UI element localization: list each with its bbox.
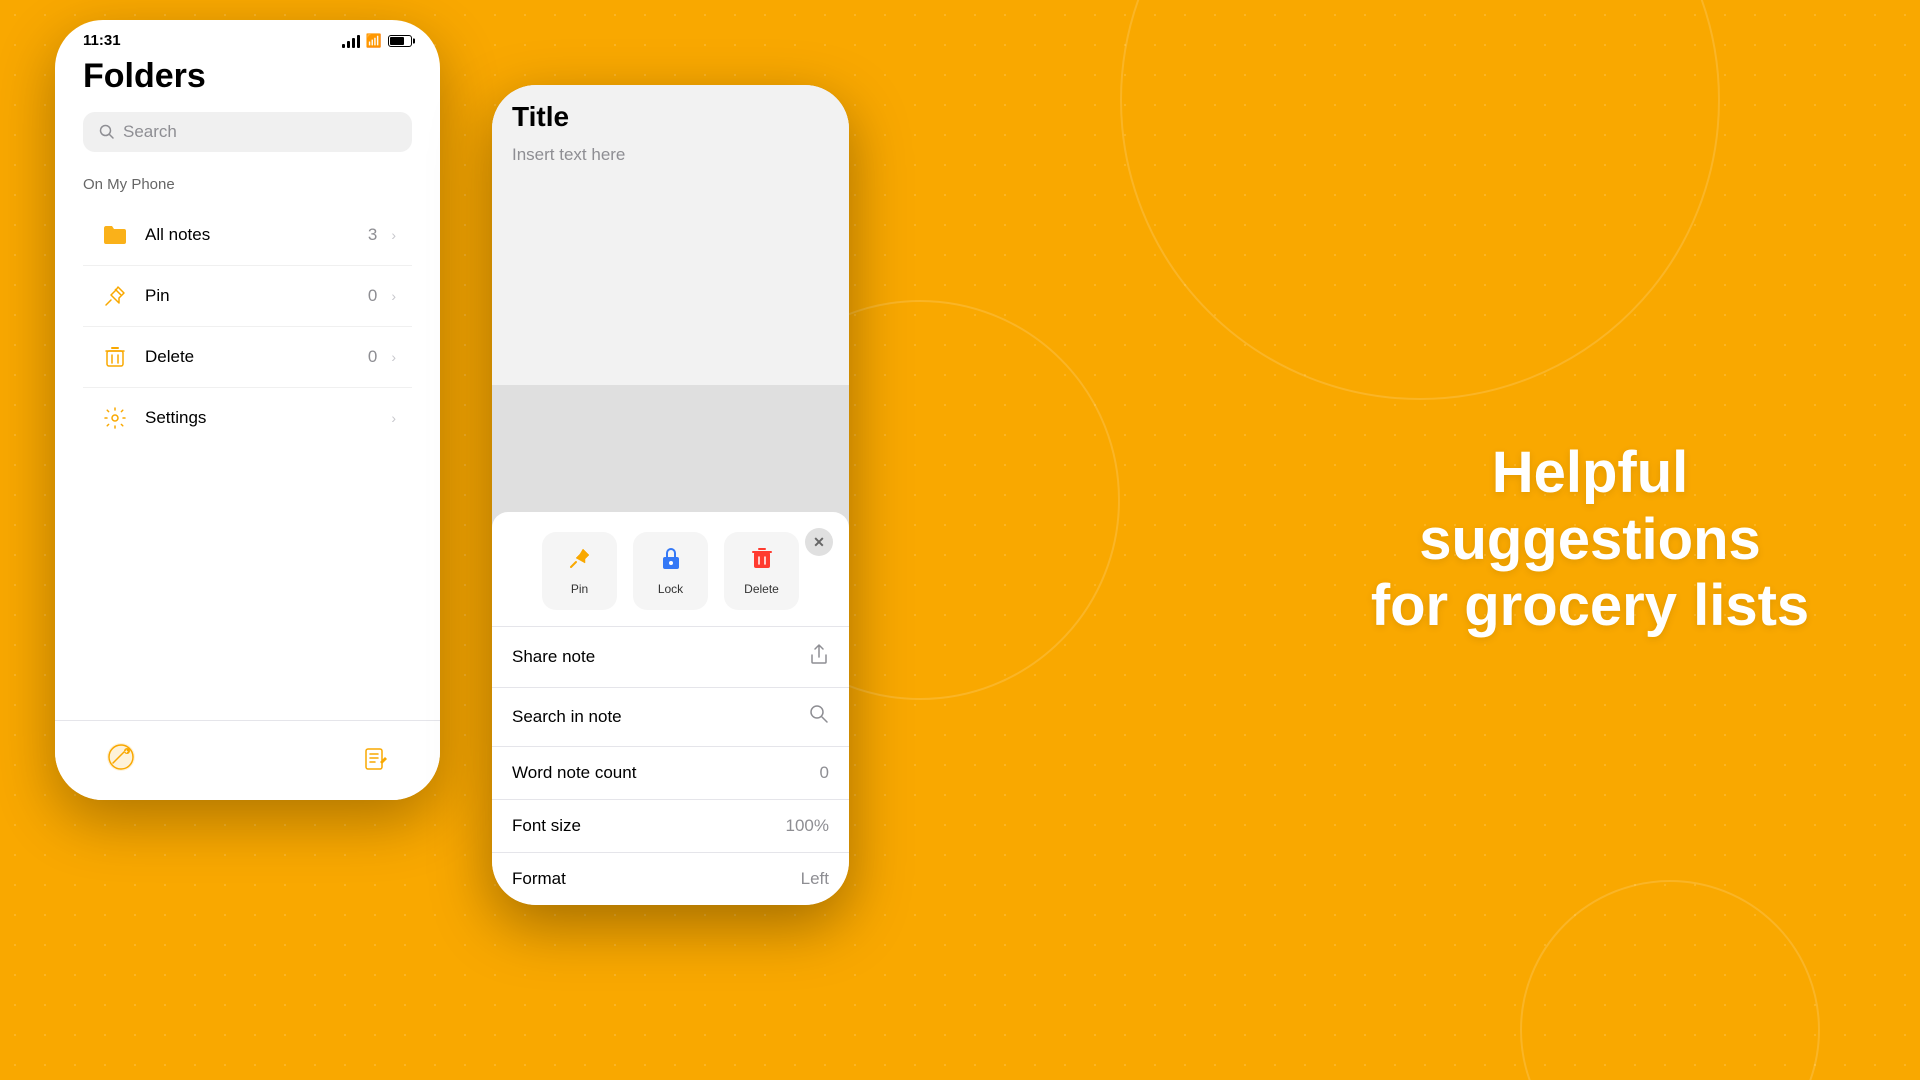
delete-action-button[interactable]: Delete (724, 532, 799, 610)
word-note-count-label: Word note count (512, 763, 636, 783)
folder-chevron-all-notes: › (391, 227, 396, 243)
action-buttons-row: ✕ Pin (492, 512, 849, 626)
folder-name-delete: Delete (145, 347, 354, 367)
font-size-label: Font size (512, 816, 581, 836)
trash-folder-icon (99, 341, 131, 373)
folder-name-pin: Pin (145, 286, 354, 306)
search-icon (99, 124, 115, 140)
folder-chevron-delete: › (391, 349, 396, 365)
phone1-time: 11:31 (83, 32, 121, 49)
section-label: On My Phone (83, 176, 412, 193)
folder-chevron-pin: › (391, 288, 396, 304)
folder-count-pin: 0 (368, 286, 377, 306)
settings-folder-icon (99, 402, 131, 434)
close-icon: ✕ (813, 534, 825, 551)
format-value: Left (801, 869, 829, 889)
wifi-icon: 📶 (366, 33, 382, 49)
lock-action-button[interactable]: Lock (633, 532, 708, 610)
word-note-count-value: 0 (820, 763, 829, 783)
note-title: Title (512, 101, 829, 133)
phone1-statusbar: 11:31 📶 (55, 20, 440, 57)
share-note-item[interactable]: Share note (492, 626, 849, 687)
promo-text-block: Helpful suggestionsfor grocery lists (1340, 440, 1840, 640)
format-item[interactable]: Format Left (492, 852, 849, 905)
add-note-icon[interactable]: + (105, 741, 137, 780)
pin-action-label: Pin (571, 582, 588, 596)
edit-note-icon[interactable] (362, 743, 390, 778)
search-in-note-label: Search in note (512, 707, 622, 727)
search-bar[interactable]: Search (83, 112, 412, 152)
note-placeholder: Insert text here (512, 145, 829, 165)
battery-icon (388, 35, 412, 47)
note-area[interactable]: Title Insert text here (492, 85, 849, 385)
phone1-device: 11:31 📶 Folders Search On My Pho (55, 20, 440, 800)
signal-icon (342, 34, 360, 48)
trash-action-icon (752, 546, 772, 576)
word-note-count-item[interactable]: Word note count 0 (492, 746, 849, 799)
folder-name-settings: Settings (145, 408, 363, 428)
pin-folder-icon (99, 280, 131, 312)
delete-action-label: Delete (744, 582, 779, 596)
lock-action-icon (660, 546, 682, 576)
folder-list: All notes 3 › Pin 0 › (83, 205, 412, 448)
font-size-item[interactable]: Font size 100% (492, 799, 849, 852)
phone1-status-icons: 📶 (342, 33, 412, 49)
folder-item-settings[interactable]: Settings › (83, 388, 412, 448)
search-in-note-icon (809, 704, 829, 730)
folder-count-all-notes: 3 (368, 225, 377, 245)
action-sheet: ✕ Pin (492, 512, 849, 905)
folder-item-pin[interactable]: Pin 0 › (83, 266, 412, 327)
phone1-content: Folders Search On My Phone All notes 3 (55, 57, 440, 448)
folder-item-delete[interactable]: Delete 0 › (83, 327, 412, 388)
pin-action-button[interactable]: Pin (542, 532, 617, 610)
svg-text:+: + (125, 750, 129, 756)
share-note-label: Share note (512, 647, 595, 667)
close-action-sheet-button[interactable]: ✕ (805, 528, 833, 556)
share-icon (809, 643, 829, 671)
folders-title: Folders (83, 57, 412, 96)
search-in-note-item[interactable]: Search in note (492, 687, 849, 746)
pin-action-icon (568, 546, 592, 576)
folder-chevron-settings: › (391, 410, 396, 426)
lock-action-label: Lock (658, 582, 683, 596)
promo-headline: Helpful suggestionsfor grocery lists (1340, 440, 1840, 640)
folder-item-all-notes[interactable]: All notes 3 › (83, 205, 412, 266)
phone2-device: 11:31 〈 ‹ All Notes ··· Done (492, 85, 849, 905)
phone1-bottom-bar: + (55, 720, 440, 800)
font-size-value: 100% (786, 816, 829, 836)
folder-name-all-notes: All notes (145, 225, 354, 245)
folder-count-delete: 0 (368, 347, 377, 367)
format-label: Format (512, 869, 566, 889)
search-placeholder: Search (123, 122, 177, 142)
folder-icon (99, 219, 131, 251)
